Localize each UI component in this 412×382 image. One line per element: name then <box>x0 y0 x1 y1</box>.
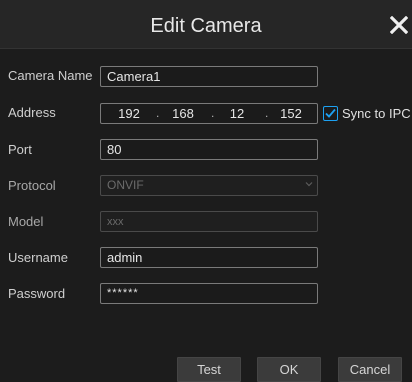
ip-octet-1[interactable]: 192 <box>111 104 147 123</box>
sync-to-ipc-label: Sync to IPC <box>342 105 411 121</box>
protocol-select: ONVIF <box>100 175 318 196</box>
sync-to-ipc[interactable]: Sync to IPC <box>323 103 411 123</box>
ip-octet-2[interactable]: 168 <box>165 104 201 123</box>
ip-separator: . <box>211 106 215 120</box>
dialog-titlebar: Edit Camera <box>0 0 412 49</box>
camera-name-label: Camera Name <box>8 68 93 83</box>
ok-button[interactable]: OK <box>257 357 321 382</box>
checkmark-icon <box>325 108 336 118</box>
username-input[interactable] <box>100 247 318 268</box>
camera-name-input[interactable] <box>100 66 318 87</box>
ip-separator: . <box>265 106 269 120</box>
close-icon[interactable] <box>386 10 412 40</box>
edit-camera-dialog: Edit Camera Camera Name Address 192 . 16… <box>0 0 412 382</box>
password-input[interactable]: ****** <box>100 283 318 304</box>
password-label: Password <box>8 286 66 301</box>
ip-address-input[interactable]: 192 . 168 . 12 . 152 <box>100 103 318 124</box>
ip-octet-4[interactable]: 152 <box>273 104 309 123</box>
cancel-button[interactable]: Cancel <box>338 357 402 382</box>
chevron-down-icon <box>305 182 313 187</box>
dialog-title: Edit Camera <box>150 15 262 37</box>
test-button[interactable]: Test <box>177 357 241 382</box>
address-label: Address <box>8 105 56 120</box>
port-input[interactable] <box>100 139 318 160</box>
ip-octet-3[interactable]: 12 <box>219 104 255 123</box>
username-label: Username <box>8 250 68 265</box>
protocol-value: ONVIF <box>107 178 144 192</box>
model-input <box>100 211 318 232</box>
sync-checkbox[interactable] <box>323 105 338 121</box>
port-label: Port <box>8 142 32 157</box>
protocol-label: Protocol <box>8 178 56 193</box>
ip-separator: . <box>156 106 160 120</box>
model-label: Model <box>8 214 44 229</box>
